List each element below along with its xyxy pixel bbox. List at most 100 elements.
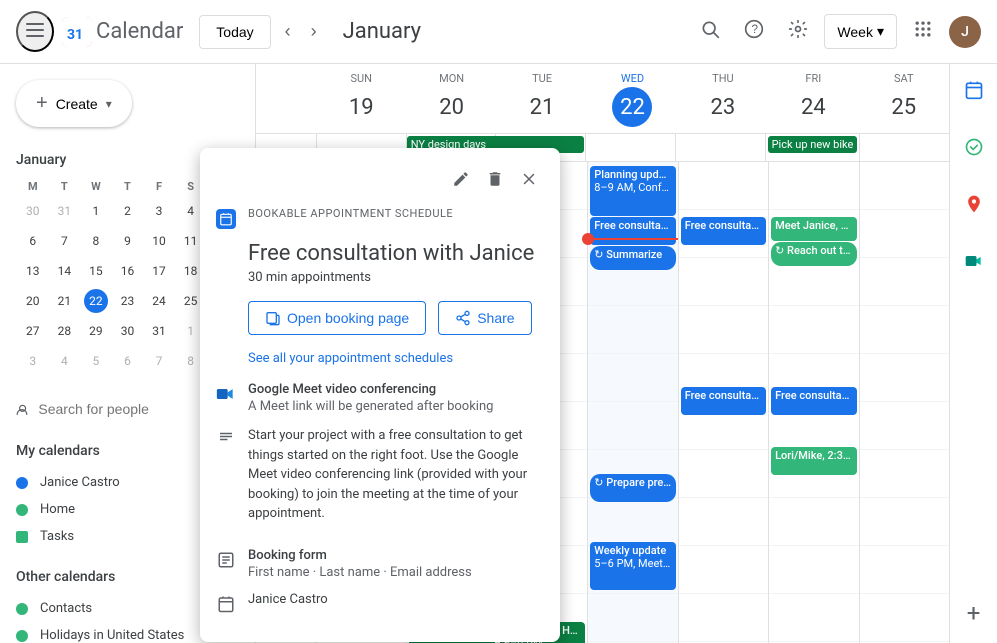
mini-cal-day[interactable]: 23 (113, 287, 143, 315)
mini-cal-day[interactable]: 31 (50, 197, 80, 225)
open-booking-page-button[interactable]: Open booking page (248, 301, 426, 335)
topbar: 31 Calendar Today ‹ › January ? Week ▾ J (0, 0, 997, 64)
mini-cal-day[interactable]: 4 (50, 347, 80, 375)
mini-cal-day[interactable]: 8 (81, 227, 111, 255)
day-col-fri[interactable]: Meet Janice, 9… ↻ Reach out to… Free con… (768, 162, 858, 643)
mini-cal-day[interactable]: 7 (50, 227, 80, 255)
event-weekly-update[interactable]: Weekly update 5–6 PM, Meeting r… (590, 542, 675, 590)
all-day-cell-thu[interactable] (675, 134, 765, 161)
day-header-tue[interactable]: TUE 21 (497, 64, 587, 133)
all-day-cell-fri[interactable]: Pick up new bike (765, 134, 860, 161)
mini-cal-day[interactable]: 6 (113, 347, 143, 375)
day-name: THU (678, 72, 768, 85)
day-header-fri[interactable]: FRI 24 (768, 64, 858, 133)
day-header-sun[interactable]: SUN 19 (316, 64, 406, 133)
form-icon (216, 550, 236, 570)
maps-strip-icon[interactable] (956, 186, 992, 227)
apps-button[interactable] (905, 11, 941, 52)
sidebar-item-label: Contacts (40, 601, 92, 616)
mini-cal-day[interactable]: 6 (18, 227, 48, 255)
see-all-appointments-link[interactable]: See all your appointment schedules (248, 351, 544, 366)
today-button[interactable]: Today (199, 15, 270, 49)
mini-cal-day[interactable]: 16 (113, 257, 143, 285)
sidebar-item-label: Home (40, 502, 75, 517)
event-meet-janice[interactable]: Meet Janice, 9… (771, 217, 856, 241)
day-col-thu[interactable]: Free consultatio… Free consultatio… (678, 162, 768, 643)
mini-cal-day[interactable]: 5 (81, 347, 111, 375)
mini-cal-day[interactable]: 10 (144, 227, 174, 255)
mini-cal-day[interactable]: 15 (81, 257, 111, 285)
event-title: Free consultatio… (594, 219, 671, 232)
menu-icon[interactable] (16, 11, 54, 52)
avatar[interactable]: J (949, 16, 981, 48)
delete-event-button[interactable] (480, 164, 510, 199)
mini-cal-day[interactable]: 27 (18, 317, 48, 345)
day-number: 25 (884, 87, 924, 127)
mini-cal-day[interactable]: 9 (113, 227, 143, 255)
event-summarize[interactable]: ↻ Summarize (590, 246, 675, 270)
next-button[interactable]: › (305, 15, 323, 48)
sidebar-item-label: Tasks (40, 529, 74, 544)
prev-button[interactable]: ‹ (279, 15, 297, 48)
day-header-wed[interactable]: WED 22 (587, 64, 677, 133)
week-button[interactable]: Week ▾ (824, 14, 897, 49)
create-button[interactable]: + Create ▾ (16, 80, 132, 127)
event-free-consult-wed[interactable]: Free consultatio… (590, 217, 675, 245)
mini-cal-day[interactable]: 2 (113, 197, 143, 225)
mini-cal-day[interactable]: 13 (18, 257, 48, 285)
day-header-sat[interactable]: SAT 25 (859, 64, 949, 133)
event-free-consult-thu2[interactable]: Free consultatio… (681, 387, 766, 415)
day-headers: SUN 19 MON 20 TUE 21 WED 22 THU 23 FRI 2… (256, 64, 949, 134)
close-popup-button[interactable] (514, 164, 544, 199)
col-mon: M (18, 178, 48, 195)
meet-strip-icon[interactable] (956, 243, 992, 284)
mini-cal-day[interactable]: 30 (113, 317, 143, 345)
event-title: Free consultatio… (685, 219, 762, 232)
day-number: 20 (432, 87, 472, 127)
calendar-strip-icon[interactable] (956, 72, 992, 113)
calendar-owner-icon (216, 594, 236, 614)
mini-cal-day[interactable]: 20 (18, 287, 48, 315)
search-button[interactable] (692, 11, 728, 52)
mini-cal-day[interactable]: 7 (144, 347, 174, 375)
all-day-event-bike[interactable]: Pick up new bike (768, 136, 858, 153)
event-prepare[interactable]: ↻ Prepare pre… (590, 474, 675, 502)
tasks-strip-icon[interactable] (956, 129, 992, 170)
all-day-cell-sat[interactable] (859, 134, 949, 161)
mini-cal-day[interactable]: 24 (144, 287, 174, 315)
event-planning-update[interactable]: Planning update 8–9 AM, Conferen… (590, 166, 675, 216)
event-lori-mike[interactable]: Lori/Mike, 2:3… (771, 447, 856, 475)
mini-cal-day[interactable]: 21 (50, 287, 80, 315)
mini-cal-day[interactable]: 3 (144, 197, 174, 225)
mini-cal-day[interactable]: 31 (144, 317, 174, 345)
month-title: January (343, 19, 673, 44)
event-subtitle: 8–9 AM, Conferen… (594, 181, 671, 194)
mini-cal-day[interactable]: 1 (81, 197, 111, 225)
mini-cal-day[interactable]: 28 (50, 317, 80, 345)
calendar-color-dot (16, 531, 28, 543)
event-title: Planning update (594, 168, 671, 181)
help-button[interactable]: ? (736, 11, 772, 52)
day-col-wed[interactable]: Planning update 8–9 AM, Conferen… Free c… (587, 162, 677, 643)
appointment-popup: BOOKABLE APPOINTMENT SCHEDULE Free consu… (200, 148, 560, 642)
event-title: Weekly update (594, 544, 671, 557)
day-header-mon[interactable]: MON 20 (406, 64, 496, 133)
mini-cal-day[interactable]: 29 (81, 317, 111, 345)
mini-cal-day[interactable]: 22 (81, 287, 111, 315)
bookable-label-text: BOOKABLE APPOINTMENT SCHEDULE (248, 207, 453, 220)
event-reach-out[interactable]: ↻ Reach out to… (771, 242, 856, 266)
day-number: 24 (793, 87, 833, 127)
mini-cal-day[interactable]: 14 (50, 257, 80, 285)
mini-cal-day[interactable]: 17 (144, 257, 174, 285)
day-col-sat[interactable] (859, 162, 949, 643)
edit-event-button[interactable] (446, 164, 476, 199)
add-strip-icon[interactable]: + (959, 591, 989, 635)
event-free-consult-fri[interactable]: Free consultatio… (771, 387, 856, 415)
share-button[interactable]: Share (438, 301, 531, 335)
mini-cal-day[interactable]: 3 (18, 347, 48, 375)
all-day-cell-wed[interactable] (585, 134, 675, 161)
event-free-consult-thu[interactable]: Free consultatio… (681, 217, 766, 245)
day-header-thu[interactable]: THU 23 (678, 64, 768, 133)
mini-cal-day[interactable]: 30 (18, 197, 48, 225)
settings-button[interactable] (780, 11, 816, 52)
